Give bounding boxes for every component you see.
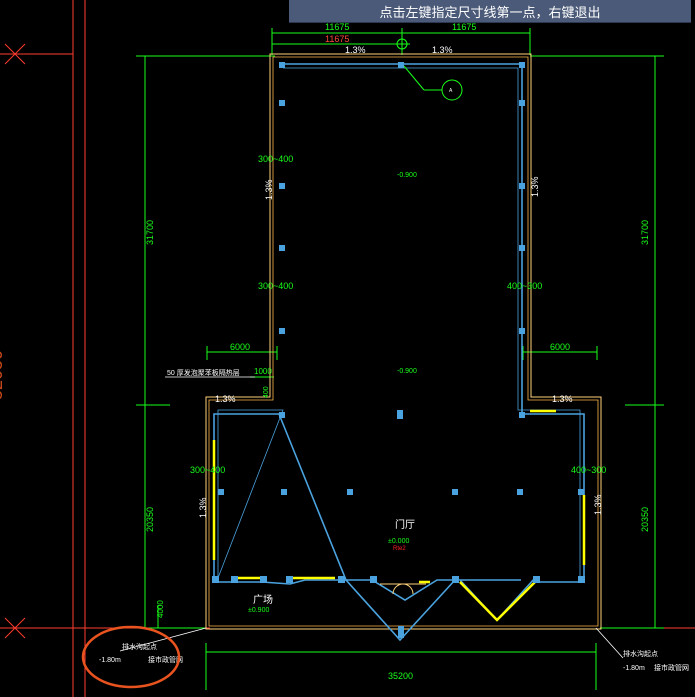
svg-text:排水沟起点: 排水沟起点 — [623, 649, 658, 658]
range-upper-left-a: 300~400 — [258, 154, 293, 164]
slope-upper-right-side: 1.3% — [530, 176, 540, 197]
drain-annotation-right: 排水沟起点 -1.80m 接市政管网 — [623, 649, 689, 672]
highlight-segments — [212, 409, 586, 622]
svg-text:排水沟起点: 排水沟起点 — [122, 642, 157, 651]
elev-hall: ±0.000 — [388, 538, 409, 545]
inner-wall-outline-b — [217, 67, 581, 579]
room-labels: 门厅 Rte2 广场 50 厚发泡聚苯板隔热层 — [167, 368, 415, 606]
dim-right-offset: 6000 — [550, 342, 570, 352]
range-upper-right: 400~300 — [507, 281, 542, 291]
svg-text:接市政管网: 接市政管网 — [654, 663, 689, 672]
slope-lower-right-side: 1.3% — [593, 494, 603, 515]
range-lower-right: 400~300 — [571, 465, 606, 475]
roof-note: 50 厚发泡聚苯板隔热层 — [167, 368, 240, 377]
dim-top-1: 11675 — [325, 22, 349, 32]
elev-upper-2: -0.900 — [397, 368, 417, 375]
dim-right-lower: 20350 — [640, 507, 650, 532]
dim-left-lower: 20350 — [145, 507, 155, 532]
drain-leader-left — [119, 627, 207, 652]
dim-left-upper: 31700 — [145, 220, 155, 245]
dim-small-1000: 1000 — [254, 367, 272, 376]
elev-plaza: ±0.900 — [248, 607, 269, 614]
cad-drawing-canvas[interactable]: 52050 A 1.3% 1.3% 1.3% 1.3% 1.3% 1.3% 1.… — [0, 0, 695, 697]
slope-lower-left-top: 1.3% — [215, 394, 236, 404]
hall-name: 门厅 — [395, 518, 415, 531]
plaza-name: 广场 — [253, 593, 273, 606]
range-lower-left: 300~400 — [190, 465, 225, 475]
dim-bottom-left-4000: 4000 — [156, 600, 165, 618]
slope-top-right: 1.3% — [432, 45, 453, 55]
far-left-dimension: 52050 — [0, 350, 6, 400]
drain-leader-right — [595, 627, 624, 659]
slope-upper-left-side: 1.3% — [264, 179, 274, 200]
svg-text:-1.80m: -1.80m — [623, 665, 645, 672]
slope-top-left: 1.3% — [345, 45, 366, 55]
dim-left-offset: 6000 — [230, 342, 250, 352]
dimension-lines — [136, 28, 664, 690]
range-upper-left-b: 300~400 — [258, 281, 293, 291]
hall-note: Rte2 — [393, 546, 406, 552]
dim-right-upper: 31700 — [640, 220, 650, 245]
elev-upper-1: -0.900 — [397, 172, 417, 179]
svg-text:-1.80m: -1.80m — [99, 657, 121, 664]
dim-bottom: 35200 — [388, 671, 413, 681]
dim-top-2: 11675 — [325, 34, 349, 44]
dim-small-400: 400 — [263, 386, 270, 398]
slope-lower-right-top: 1.3% — [552, 394, 573, 404]
grid-bubble-label: A — [449, 88, 453, 94]
slope-lower-left-side: 1.3% — [198, 497, 208, 518]
red-axis-lines — [0, 0, 695, 697]
dim-top-3: 11675 — [452, 22, 476, 32]
